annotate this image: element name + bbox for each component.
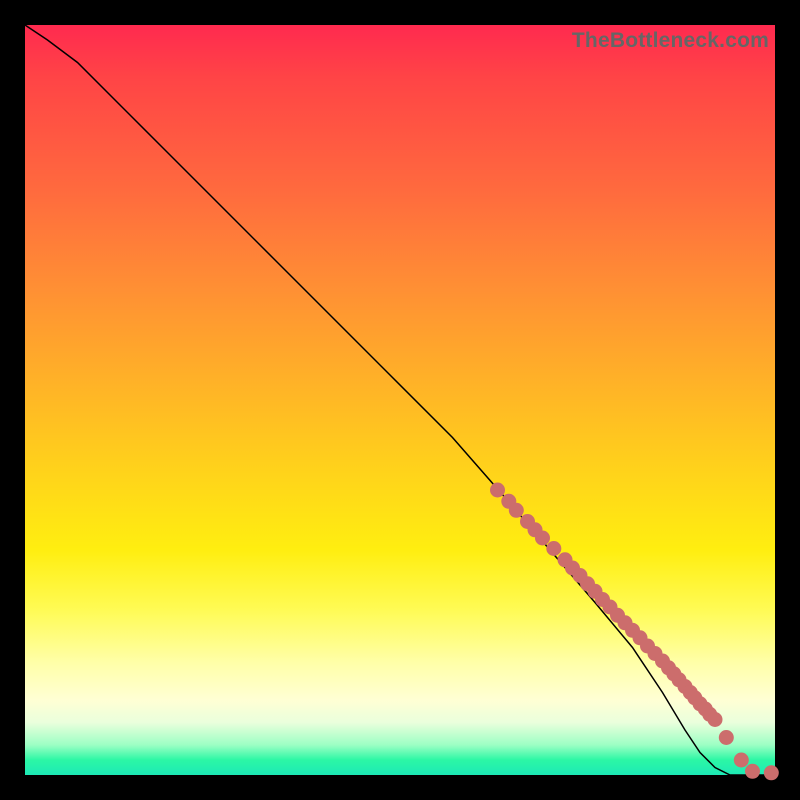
- data-point: [734, 753, 749, 768]
- data-point: [764, 765, 779, 780]
- chart-frame: TheBottleneck.com: [0, 0, 800, 800]
- data-point: [719, 730, 734, 745]
- chart-svg: [25, 25, 775, 775]
- plot-area: TheBottleneck.com: [25, 25, 775, 775]
- scatter-dots: [490, 483, 779, 781]
- data-point: [546, 541, 561, 556]
- data-point: [745, 764, 760, 779]
- data-point: [708, 712, 723, 727]
- data-point: [509, 503, 524, 518]
- data-point: [535, 531, 550, 546]
- data-point: [490, 483, 505, 498]
